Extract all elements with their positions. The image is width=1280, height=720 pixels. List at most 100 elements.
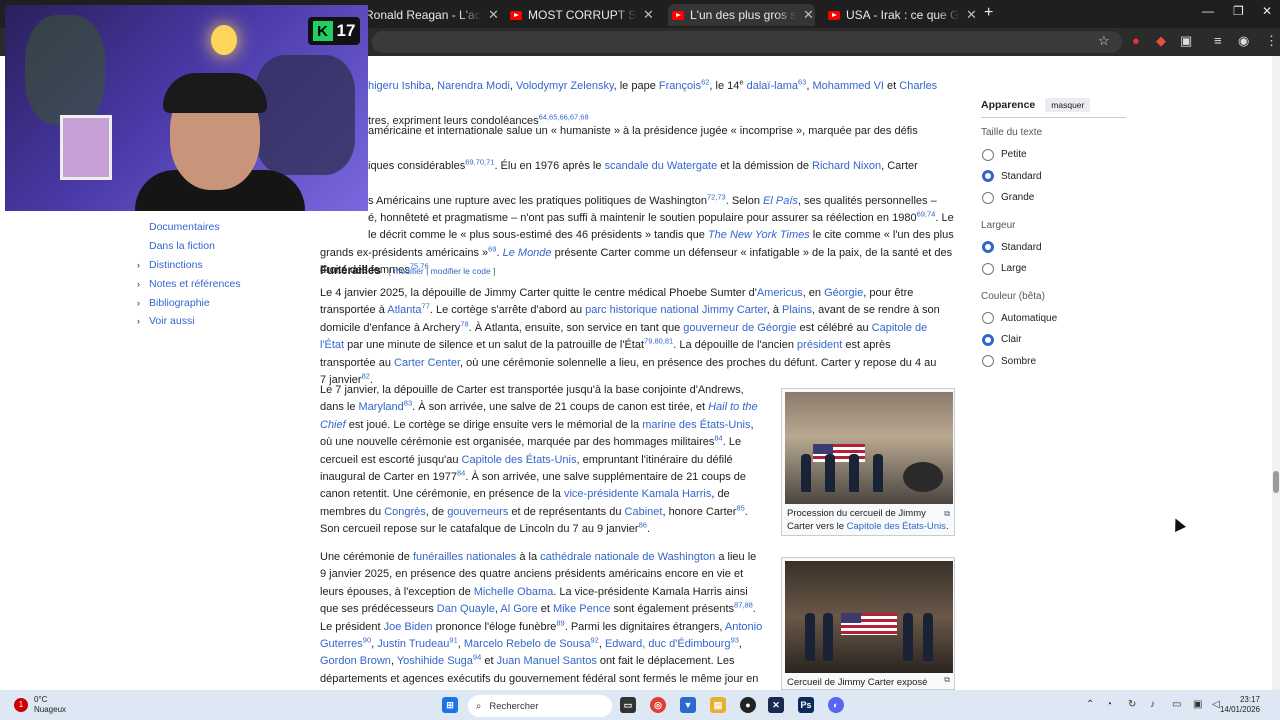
link[interactable]: Mohammed VI	[812, 80, 884, 92]
chevron-right-icon[interactable]: ›	[137, 279, 140, 289]
chevron-right-icon[interactable]: ›	[137, 316, 140, 326]
link[interactable]: Gordon Brown	[320, 655, 391, 667]
link[interactable]: Mike Pence	[553, 603, 610, 615]
citation[interactable]: 85	[736, 503, 744, 512]
text-size-option[interactable]: Standard	[982, 166, 1131, 188]
citation[interactable]: 84	[714, 434, 722, 443]
toc-item[interactable]: › Distinctions	[137, 256, 310, 275]
link[interactable]: Le Monde	[503, 247, 552, 259]
scrollbar-thumb[interactable]	[1273, 471, 1279, 493]
link[interactable]: parc historique national Jimmy Carter	[585, 304, 767, 316]
maximize-button[interactable]: ❐	[1233, 4, 1244, 18]
toc-item[interactable]: › Notes et références	[137, 274, 310, 293]
link[interactable]: Atlanta	[387, 304, 421, 316]
toc-link[interactable]: Bibliographie	[149, 297, 210, 309]
file-explorer-icon[interactable]: ▤	[710, 697, 726, 713]
link[interactable]: gouverneurs	[447, 506, 508, 518]
toc-item[interactable]: › Voir aussi	[137, 312, 310, 331]
browser-tab-active[interactable]: L'un des plus gros scandale de ✕	[668, 4, 815, 26]
link[interactable]: El País	[763, 195, 798, 207]
tab-close-icon[interactable]: ✕	[803, 7, 815, 23]
enlarge-icon[interactable]: ⧉	[944, 673, 950, 686]
link[interactable]: cathédrale nationale de Washington	[540, 551, 715, 563]
edit-source-link[interactable]: modifier le code	[431, 266, 491, 276]
citation[interactable]: 79,80,81	[644, 337, 673, 346]
link[interactable]: Capitole des États-Unis	[462, 454, 577, 466]
citation[interactable]: 91	[449, 635, 457, 644]
keyboard-icon[interactable]: ▭	[1172, 699, 1181, 710]
toc-link[interactable]: Notes et références	[149, 278, 241, 290]
tray-app-icon[interactable]: ◔	[1106, 699, 1112, 710]
link[interactable]: marine des États-Unis	[642, 419, 750, 431]
citation[interactable]: 69,70,71	[465, 157, 494, 166]
citation[interactable]: 77	[422, 302, 430, 311]
chevron-right-icon[interactable]: ›	[137, 298, 140, 308]
link[interactable]: funérailles nationales	[413, 551, 516, 563]
close-window-button[interactable]: ✕	[1262, 4, 1272, 18]
radio-button-selected[interactable]	[982, 241, 994, 254]
address-bar[interactable]	[372, 31, 1122, 53]
radio-button-selected[interactable]	[982, 333, 994, 346]
link[interactable]: président	[797, 339, 842, 351]
toc-item[interactable]: Dans la fiction	[140, 237, 310, 256]
task-view-icon[interactable]: ▭	[620, 697, 636, 713]
link[interactable]: Plains	[782, 304, 812, 316]
extension-icon[interactable]: ◆	[1156, 33, 1166, 49]
link[interactable]: higeru Ishiba	[368, 80, 431, 92]
page-scrollbar[interactable]	[1272, 56, 1280, 690]
hide-button[interactable]: masquer	[1045, 98, 1091, 112]
radio-button[interactable]	[982, 148, 994, 161]
display-icon[interactable]: ▣	[1193, 699, 1202, 710]
tray-app-icon[interactable]: ↻	[1128, 699, 1136, 710]
link[interactable]: Edward, duc d'Édimbourg	[605, 638, 731, 650]
link[interactable]: François	[659, 80, 701, 92]
profile-icon[interactable]: ◉	[1238, 33, 1249, 49]
link[interactable]: Justin Trudeau	[377, 638, 449, 650]
citation[interactable]: 72,73	[707, 192, 726, 201]
obs-icon[interactable]: ●	[740, 697, 756, 713]
windows-start-icon[interactable]: ⊞	[442, 697, 458, 713]
chevron-right-icon[interactable]: ›	[137, 260, 140, 270]
link[interactable]: Cabinet	[625, 506, 663, 518]
weather-widget[interactable]: 1 0°C Nuageux	[14, 695, 66, 715]
citation[interactable]: 86	[639, 521, 647, 530]
toc-link[interactable]: Documentaires	[149, 221, 220, 233]
edit-link[interactable]: modifier	[393, 266, 423, 276]
link[interactable]: Richard Nixon	[812, 160, 881, 172]
discord-icon[interactable]: ◐	[828, 697, 844, 713]
toc-link[interactable]: Voir aussi	[149, 315, 195, 327]
tab-close-icon[interactable]: ✕	[643, 7, 655, 23]
color-option[interactable]: Sombre	[982, 351, 1131, 373]
photoshop-icon[interactable]: Ps	[798, 697, 814, 713]
radio-button[interactable]	[982, 312, 994, 325]
radio-button-selected[interactable]	[982, 170, 994, 183]
width-option[interactable]: Standard	[982, 237, 1131, 259]
radio-button[interactable]	[982, 191, 994, 204]
photo-procession[interactable]	[785, 392, 953, 504]
photo-casket[interactable]	[785, 561, 953, 673]
link[interactable]: gouverneur de Géorgie	[683, 322, 796, 334]
toc-item[interactable]: Documentaires	[140, 218, 310, 237]
radio-button[interactable]	[982, 262, 994, 275]
citation[interactable]: 82	[362, 371, 370, 380]
citation[interactable]: 94	[473, 653, 481, 662]
link[interactable]: Americus	[757, 287, 803, 299]
citation[interactable]: 78	[460, 319, 468, 328]
volume-icon[interactable]: ◁	[1212, 699, 1220, 710]
enlarge-icon[interactable]: ⧉	[944, 507, 950, 520]
extension-icon[interactable]: ●	[1132, 33, 1140, 48]
menu-kebab-icon[interactable]: ⋮	[1265, 33, 1278, 49]
link[interactable]: vice-présidente Kamala Harris	[564, 488, 711, 500]
link[interactable]: Juan Manuel Santos	[497, 655, 597, 667]
browser-tab[interactable]: Ronald Reagan - L'acteur Holly ✕	[365, 4, 500, 26]
link[interactable]: Marcelo Rebelo de Sousa	[464, 638, 591, 650]
link[interactable]: Congrès	[384, 506, 426, 518]
tray-chevron-icon[interactable]: ⌃	[1086, 699, 1094, 710]
link[interactable]: Maryland	[359, 401, 404, 413]
link[interactable]: Yoshihide Suga	[397, 655, 473, 667]
radio-button[interactable]	[982, 355, 994, 368]
app-icon[interactable]: ✕	[768, 697, 784, 713]
link[interactable]: Michelle Obama	[474, 586, 553, 598]
taskbar-search[interactable]: ⌕ Rechercher	[468, 695, 612, 717]
browser-tab[interactable]: USA - Irak : ce que George W B ✕	[828, 4, 978, 26]
